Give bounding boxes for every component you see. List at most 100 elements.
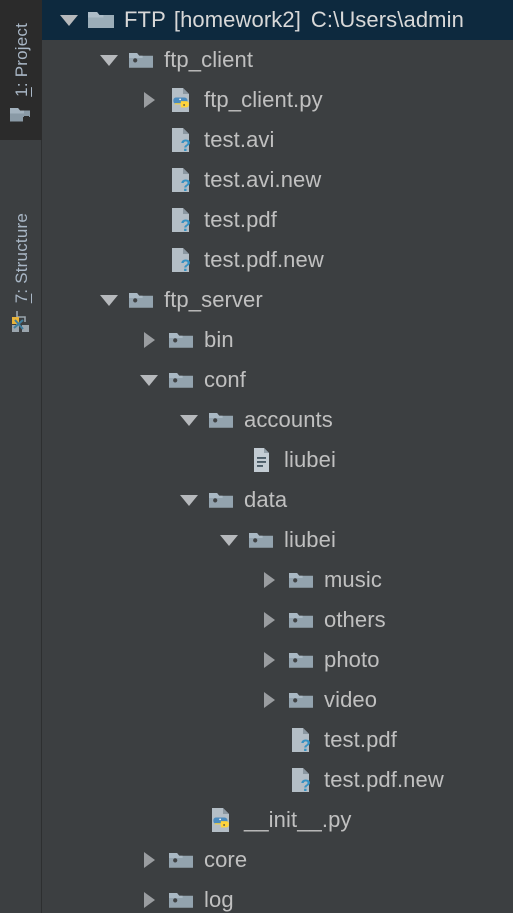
tree-row-label: log (204, 887, 234, 912)
tree-row[interactable]: liubei (42, 520, 513, 560)
tree-row-label: accounts (244, 407, 333, 432)
tree-row[interactable]: core (42, 840, 513, 880)
module-folder-icon (126, 45, 156, 75)
structure-nodes-icon (8, 308, 34, 334)
tree-row-label: test.pdf.new (204, 247, 324, 272)
tree-row-label: test.pdf (324, 727, 397, 752)
tree-row-label: __init__.py (244, 807, 352, 832)
module-folder-icon (126, 285, 156, 315)
tree-row[interactable]: ftp_client (42, 40, 513, 80)
tree-row[interactable]: ftp_server (42, 280, 513, 320)
tree-row[interactable]: log (42, 880, 513, 913)
python-file-icon (166, 85, 196, 115)
tree-row[interactable]: FTP [homework2] C:\Users\admin (42, 0, 513, 40)
tree-row[interactable]: conf (42, 360, 513, 400)
tree-row-label: liubei (284, 447, 336, 472)
unknown-file-icon: ? (166, 125, 196, 155)
module-folder-icon (166, 845, 196, 875)
project-folder-icon (8, 102, 34, 128)
chevron-right-icon[interactable] (136, 847, 162, 873)
text-file-icon (246, 445, 276, 475)
tree-row[interactable]: bin (42, 320, 513, 360)
tree-row[interactable]: data (42, 480, 513, 520)
svg-text:?: ? (181, 256, 191, 275)
unknown-file-icon: ? (166, 245, 196, 275)
tree-row[interactable]: ? test.pdf (42, 200, 513, 240)
module-folder-icon (206, 405, 236, 435)
project-tree[interactable]: FTP [homework2] C:\Users\admin ftp_clientft… (42, 0, 513, 913)
chevron-down-icon[interactable] (56, 7, 82, 33)
chevron-right-icon[interactable] (136, 327, 162, 353)
chevron-down-icon[interactable] (96, 287, 122, 313)
svg-text:?: ? (181, 176, 191, 195)
tree-row-label: ftp_client.py (204, 87, 323, 112)
chevron-right-icon[interactable] (256, 607, 282, 633)
tree-row[interactable]: ? test.pdf (42, 720, 513, 760)
tree-row[interactable]: music (42, 560, 513, 600)
tree-row[interactable]: ? test.avi (42, 120, 513, 160)
tree-row-project-tag: [homework2] (173, 7, 301, 32)
tree-row-path: C:\Users\admin (310, 7, 464, 32)
tree-row-label: test.pdf.new (324, 767, 444, 792)
tool-window-tab-strip: 1: Project 7: Structure (0, 0, 42, 913)
unknown-file-icon: ? (166, 205, 196, 235)
chevron-right-icon[interactable] (136, 887, 162, 913)
tree-row-label: liubei (284, 527, 336, 552)
chevron-right-icon[interactable] (256, 567, 282, 593)
module-folder-icon (166, 325, 196, 355)
tree-row-label: ftp_client (164, 47, 254, 72)
tree-row-label: data (244, 487, 288, 512)
module-folder-icon (166, 885, 196, 913)
module-folder-icon (286, 565, 316, 595)
module-folder-icon (286, 685, 316, 715)
module-folder-icon (286, 645, 316, 675)
tree-row-label: FTP (124, 7, 166, 32)
tree-row-label: music (324, 567, 382, 592)
module-folder-icon (206, 485, 236, 515)
sidebar-tab-structure[interactable]: 7: Structure (0, 186, 42, 346)
tree-row-label: test.avi (204, 127, 275, 152)
python-file-icon (206, 805, 236, 835)
tree-row-label: ftp_server (164, 287, 263, 312)
tree-row[interactable]: ftp_client.py (42, 80, 513, 120)
chevron-right-icon[interactable] (256, 647, 282, 673)
chevron-right-icon[interactable] (256, 687, 282, 713)
chevron-down-icon[interactable] (176, 487, 202, 513)
tree-row[interactable]: accounts (42, 400, 513, 440)
sidebar-tab-project-label: 1: Project (11, 23, 31, 97)
tree-row-label: photo (324, 647, 380, 672)
tree-row-label: test.pdf (204, 207, 277, 232)
sidebar-tab-project[interactable]: 1: Project (0, 0, 42, 140)
tree-row-label: conf (204, 367, 246, 392)
tree-row[interactable]: photo (42, 640, 513, 680)
chevron-down-icon[interactable] (176, 407, 202, 433)
unknown-file-icon: ? (286, 765, 316, 795)
svg-text:?: ? (181, 216, 191, 235)
tree-row[interactable]: ? test.pdf.new (42, 240, 513, 280)
tree-row-label: video (324, 687, 378, 712)
tree-row-label: bin (204, 327, 234, 352)
svg-text:?: ? (301, 736, 311, 755)
tree-row[interactable]: video (42, 680, 513, 720)
chevron-right-icon[interactable] (136, 87, 162, 113)
tree-row[interactable]: __init__.py (42, 800, 513, 840)
tree-row-label: test.avi.new (204, 167, 322, 192)
tree-row[interactable]: ? test.pdf.new (42, 760, 513, 800)
tree-row-label: others (324, 607, 386, 632)
folder-icon (86, 5, 116, 35)
tree-row[interactable]: others (42, 600, 513, 640)
svg-text:?: ? (301, 776, 311, 795)
module-folder-icon (286, 605, 316, 635)
chevron-down-icon[interactable] (136, 367, 162, 393)
svg-text:?: ? (181, 136, 191, 155)
chevron-down-icon[interactable] (216, 527, 242, 553)
tree-row-label: core (204, 847, 248, 872)
chevron-down-icon[interactable] (96, 47, 122, 73)
project-tool-window: 1: Project 7: Structure FTP [homework2] C:… (0, 0, 513, 913)
unknown-file-icon: ? (286, 725, 316, 755)
module-folder-icon (166, 365, 196, 395)
module-folder-icon (246, 525, 276, 555)
tree-row[interactable]: liubei (42, 440, 513, 480)
tree-row[interactable]: ? test.avi.new (42, 160, 513, 200)
sidebar-tab-structure-label: 7: Structure (11, 212, 31, 303)
